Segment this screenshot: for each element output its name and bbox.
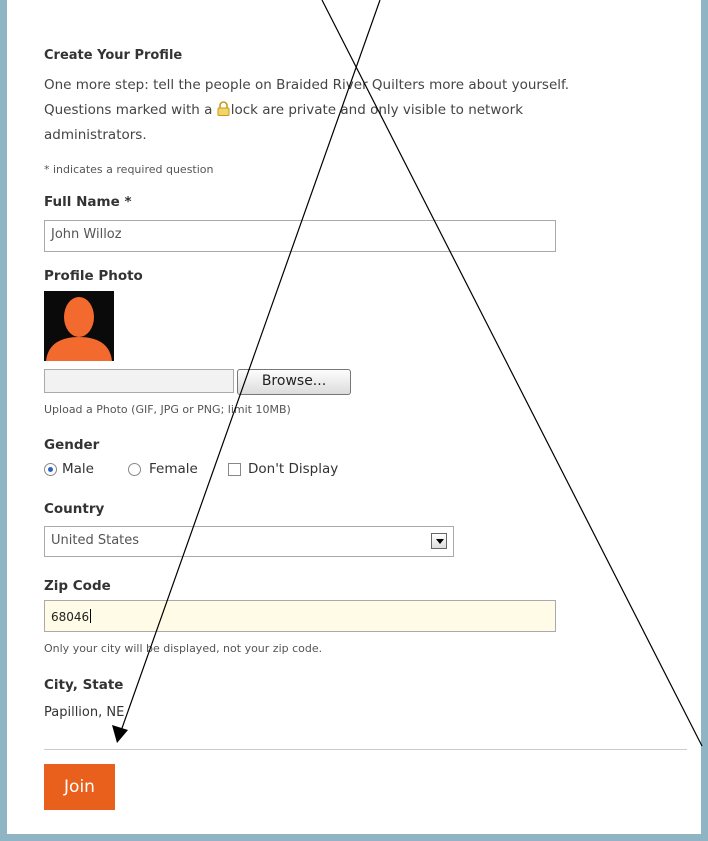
gender-male-radio[interactable] [44, 463, 57, 476]
gender-female-radio[interactable] [128, 463, 141, 476]
required-note: * indicates a required question [44, 163, 214, 176]
chevron-down-icon[interactable] [431, 533, 447, 549]
profile-photo-label: Profile Photo [44, 268, 143, 284]
intro-line-2: Questions marked with a lock are private… [44, 100, 523, 121]
country-select-value: United States [51, 533, 140, 548]
intro-line-2-start: Questions marked with a [44, 102, 217, 118]
join-button[interactable]: Join [44, 764, 115, 810]
zip-code-value: 68046 [51, 610, 90, 624]
intro-line-3: administrators. [44, 127, 147, 143]
text-cursor [90, 609, 92, 623]
browse-button[interactable]: Browse... [237, 369, 351, 395]
country-select[interactable]: United States [44, 526, 454, 557]
dont-display-label: Don't Display [248, 461, 339, 477]
intro-line-2-end: lock are private and only visible to net… [230, 102, 524, 118]
gender-label: Gender [44, 437, 100, 453]
zip-code-label: Zip Code [44, 578, 111, 594]
file-path-field[interactable] [44, 369, 234, 393]
upload-hint: Upload a Photo (GIF, JPG or PNG; limit 1… [44, 403, 291, 416]
zip-code-hint: Only your city will be displayed, not yo… [44, 642, 323, 655]
lock-icon [217, 101, 230, 116]
page-frame: Create Your Profile One more step: tell … [0, 0, 708, 841]
zip-code-input[interactable]: 68046 [44, 600, 556, 632]
full-name-label: Full Name * [44, 194, 132, 210]
city-state-value: Papillion, NE [44, 705, 125, 720]
person-silhouette-icon [46, 297, 112, 361]
form-divider [44, 749, 687, 750]
intro-line-1: One more step: tell the people on Braide… [44, 77, 570, 93]
country-label: Country [44, 501, 105, 517]
full-name-input[interactable]: John Willoz [44, 220, 556, 252]
gender-female-label: Female [149, 461, 198, 477]
gender-male-label: Male [62, 461, 94, 477]
form-title: Create Your Profile [44, 48, 183, 63]
avatar [44, 291, 114, 361]
dont-display-checkbox[interactable] [228, 463, 241, 476]
city-state-label: City, State [44, 677, 124, 693]
